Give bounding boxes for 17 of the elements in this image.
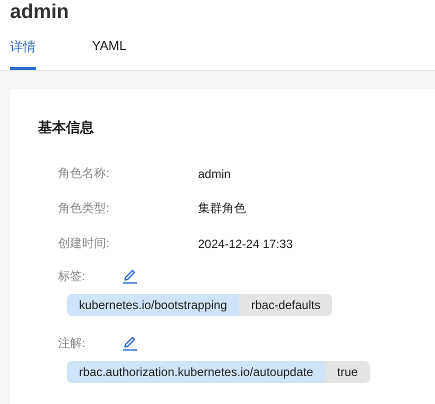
field-label: 创建时间: <box>58 235 110 252</box>
page-title: admin <box>10 0 70 25</box>
field-value: admin <box>198 166 231 180</box>
field-label: 角色名称: <box>58 165 110 182</box>
field-value: 2024-12-24 17:33 <box>198 236 293 250</box>
field-label: 角色类型: <box>58 200 110 217</box>
tag-value: rbac-defaults <box>239 294 332 316</box>
tag-key: rbac.authorization.kubernetes.io/autoupdate <box>67 361 326 383</box>
tab[interactable]: YAML <box>92 34 126 70</box>
tag-key: kubernetes.io/bootstrapping <box>67 294 240 316</box>
field-label: 标签: <box>58 268 86 284</box>
edit-icon[interactable] <box>122 335 138 351</box>
section-title: 基本信息 <box>38 119 95 137</box>
edit-icon[interactable] <box>122 268 138 284</box>
tag-value: true <box>325 361 370 383</box>
field-label: 注解: <box>58 334 86 352</box>
field-value: 集群角色 <box>198 200 246 217</box>
